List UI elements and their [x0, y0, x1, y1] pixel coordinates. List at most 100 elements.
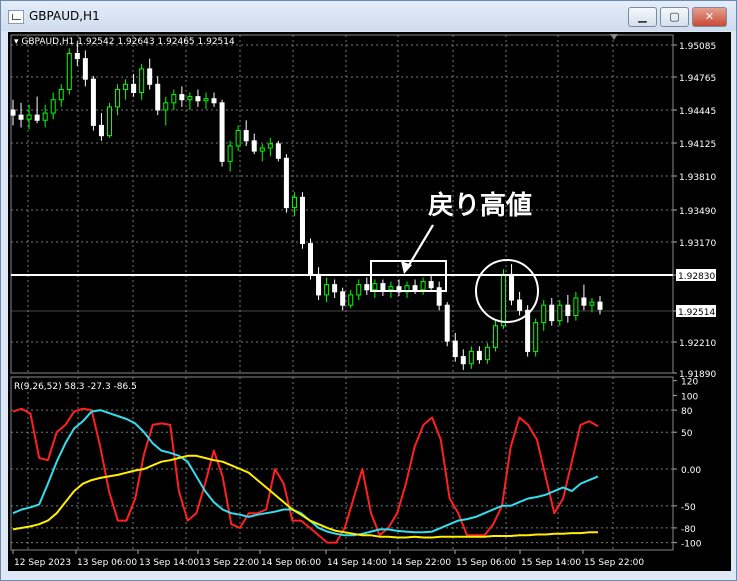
- price-label-highlight: 1.92514: [678, 308, 715, 318]
- price-label: 1.93170: [679, 239, 716, 249]
- candle-body: [509, 273, 515, 301]
- candle-body: [308, 243, 314, 275]
- chart-header-text: ▾ GBPAUD,H1 1.92542 1.92643 1.92465 1.92…: [14, 37, 235, 47]
- candle-body: [155, 83, 161, 111]
- time-label: 14 Sep 22:00: [391, 558, 451, 568]
- chart-window-icon: [8, 10, 24, 24]
- indicator-level-label: 50: [681, 429, 693, 439]
- price-label: 1.93490: [679, 207, 716, 217]
- candle-body: [484, 346, 490, 361]
- candle-body: [235, 130, 241, 147]
- shift-marker-icon: [610, 34, 618, 40]
- candle-body: [557, 304, 563, 322]
- price-label: 1.93810: [679, 173, 716, 183]
- candle-body: [163, 102, 169, 111]
- time-label: 15 Sep 22:00: [584, 558, 644, 568]
- candle-body: [243, 130, 249, 142]
- candle-body: [123, 83, 129, 90]
- time-label: 13 Sep 22:00: [199, 558, 259, 568]
- candle-body: [58, 88, 64, 101]
- candle-body: [34, 114, 40, 121]
- time-label: 14 Sep 06:00: [261, 558, 321, 568]
- price-label: 1.94765: [679, 74, 716, 84]
- price-label: 1.95085: [679, 42, 716, 52]
- candle-body: [380, 283, 386, 291]
- candle-body: [412, 285, 418, 291]
- price-label-highlight: 1.92830: [678, 272, 715, 282]
- candle-body: [98, 124, 104, 137]
- candle-body: [299, 196, 305, 245]
- minimize-button[interactable]: ▁: [628, 7, 657, 27]
- price-label: 1.94445: [679, 107, 716, 117]
- candle-body: [131, 83, 137, 94]
- time-label: 15 Sep 06:00: [456, 558, 516, 568]
- candle-body: [179, 94, 185, 101]
- time-label: 15 Sep 14:00: [521, 558, 581, 568]
- terminal-window: GBPAUD,H1 ▁ ▢ ✕ 1.95085 1.94765 1.94445 1.9…: [0, 0, 737, 581]
- candle-body: [420, 281, 426, 291]
- highlight-circle: [475, 259, 539, 323]
- candle-body: [460, 356, 466, 365]
- candle-body: [517, 299, 523, 311]
- chart-area[interactable]: 1.95085 1.94765 1.94445 1.94125 1.93810 1.934…: [8, 32, 731, 571]
- time-label: 14 Sep 14:00: [327, 558, 387, 568]
- candle-body: [50, 99, 56, 114]
- candle-body: [348, 294, 354, 306]
- indicator-level-label: -50: [681, 503, 696, 513]
- candle-body: [316, 273, 322, 296]
- indicator-level-label: 80: [681, 407, 693, 417]
- candle-body: [372, 283, 378, 291]
- indicator-panel-border: [10, 376, 674, 551]
- candle-body: [428, 281, 434, 289]
- candle-body: [291, 196, 297, 209]
- candle-body: [452, 340, 458, 358]
- indicator-lines: [12, 407, 599, 544]
- candle-body: [533, 322, 539, 352]
- price-axis: 1.95085 1.94765 1.94445 1.94125 1.93810 1.934…: [12, 37, 716, 568]
- candle-body: [115, 88, 121, 108]
- candle-body: [332, 284, 338, 293]
- candle-body: [324, 284, 330, 296]
- candle-body: [203, 98, 209, 102]
- candle-body: [66, 52, 72, 90]
- candle-body: [597, 301, 603, 310]
- candle-body: [340, 291, 346, 306]
- price-label: 1.92210: [679, 339, 716, 349]
- candle-body: [251, 140, 257, 152]
- candle-body: [581, 297, 587, 306]
- candle-body: [356, 284, 362, 296]
- annotation-arrow-shaft: [405, 224, 434, 271]
- candle-body: [42, 112, 48, 121]
- candle-body: [90, 78, 96, 126]
- candle-body: [26, 114, 32, 120]
- candle-body: [195, 96, 201, 102]
- title-bar[interactable]: GBPAUD,H1 ▁ ▢ ✕: [1, 1, 736, 31]
- main-panel-border: [10, 34, 674, 374]
- candle-body: [171, 94, 177, 104]
- annotation-text: 戻り高値: [428, 190, 532, 221]
- candle-body: [106, 106, 112, 137]
- price-label: 1.94125: [679, 140, 716, 150]
- indicator-level-label: -100: [681, 540, 702, 550]
- candle-body: [589, 301, 595, 306]
- candle-body: [364, 284, 370, 291]
- indicator-level-label: -80: [681, 525, 696, 535]
- time-label: 13 Sep 14:00: [139, 558, 199, 568]
- candle-body: [187, 96, 193, 101]
- candle-body: [573, 297, 579, 316]
- close-button[interactable]: ✕: [692, 7, 727, 27]
- candle-body: [388, 286, 394, 291]
- time-label: 13 Sep 06:00: [77, 558, 137, 568]
- candle-body: [139, 68, 145, 94]
- candle-body: [468, 350, 474, 365]
- candle-body: [10, 109, 16, 116]
- candle-body: [219, 102, 225, 162]
- indicator-level-label: 100: [681, 392, 698, 402]
- indicator-header-text: R(9,26,52) 58.3 -27.3 -86.5: [14, 382, 137, 392]
- maximize-button[interactable]: ▢: [660, 7, 689, 27]
- chart-svg[interactable]: 1.95085 1.94765 1.94445 1.94125 1.93810 1.934…: [8, 32, 731, 571]
- window-title: GBPAUD,H1: [29, 9, 100, 23]
- candle-body: [211, 98, 217, 104]
- candle-body: [476, 350, 482, 361]
- candle-body: [259, 147, 265, 152]
